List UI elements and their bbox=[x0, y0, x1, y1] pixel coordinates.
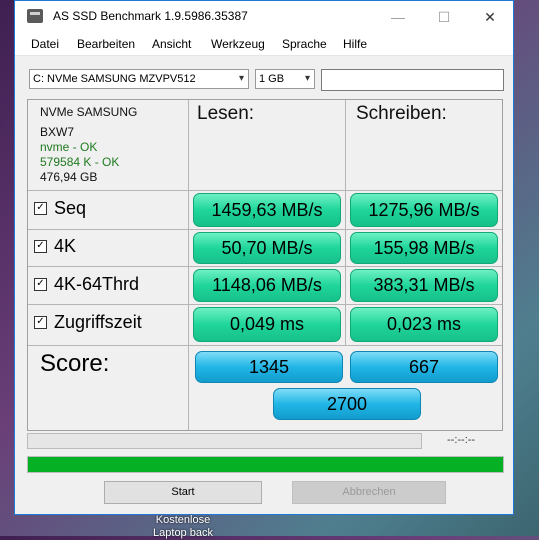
row-4k-label[interactable]: ✓ 4K bbox=[34, 236, 76, 257]
seq-write-result: 1275,96 MB/s bbox=[350, 193, 498, 227]
close-button[interactable]: ✕ bbox=[467, 1, 513, 33]
elapsed-time: --:--:-- bbox=[447, 434, 476, 446]
chevron-down-icon: ▾ bbox=[304, 73, 310, 84]
desktop-icon-label[interactable]: Kostenlose Laptop back bbox=[153, 514, 213, 540]
drive-select-value: C: NVMe SAMSUNG MZVPV512 bbox=[33, 73, 196, 85]
4k-write-result: 155,98 MB/s bbox=[350, 232, 498, 264]
seq-read-result: 1459,63 MB/s bbox=[193, 193, 341, 227]
menu-datei[interactable]: Datei bbox=[31, 37, 59, 51]
row-4k64-label[interactable]: ✓ 4K-64Thrd bbox=[34, 274, 139, 295]
read-column-header: Lesen: bbox=[197, 103, 255, 124]
row-4k-text: 4K bbox=[54, 236, 77, 256]
score-total: 2700 bbox=[273, 388, 421, 420]
access-write-result: 0,023 ms bbox=[350, 307, 498, 342]
row-4k64-text: 4K-64Thrd bbox=[54, 274, 140, 294]
checkbox-access[interactable]: ✓ bbox=[34, 316, 47, 329]
checkbox-seq[interactable]: ✓ bbox=[34, 202, 47, 215]
row-access-text: Zugriffszeit bbox=[54, 312, 142, 332]
drive-firmware: BXW7 bbox=[40, 125, 75, 139]
menu-bar: Datei Bearbeiten Ansicht Werkzeug Sprach… bbox=[15, 33, 513, 56]
4k64-read-result: 1148,06 MB/s bbox=[193, 269, 341, 302]
drive-capacity: 476,94 GB bbox=[40, 170, 98, 184]
chevron-down-icon: ▾ bbox=[238, 73, 244, 84]
overall-progress-fill bbox=[28, 457, 503, 472]
drive-app-icon bbox=[27, 9, 43, 23]
results-grid: NVMe SAMSUNG BXW7 nvme - OK 579584 K - O… bbox=[27, 99, 503, 431]
row-seq-text: Seq bbox=[54, 198, 87, 218]
overall-progress-bar bbox=[27, 456, 504, 473]
maximize-button[interactable]: ☐ bbox=[421, 1, 467, 33]
score-read: 1345 bbox=[195, 351, 343, 383]
start-button[interactable]: Start bbox=[104, 481, 262, 504]
minimize-button[interactable]: — bbox=[375, 1, 421, 33]
checkbox-4k[interactable]: ✓ bbox=[34, 240, 47, 253]
row-access-label[interactable]: ✓ Zugriffszeit bbox=[34, 312, 142, 333]
test-progress-bar bbox=[27, 433, 422, 449]
menu-hilfe[interactable]: Hilfe bbox=[343, 37, 367, 51]
app-window: AS SSD Benchmark 1.9.5986.35387 — ☐ ✕ Da… bbox=[14, 0, 514, 515]
access-read-result: 0,049 ms bbox=[193, 307, 341, 342]
title-bar[interactable]: AS SSD Benchmark 1.9.5986.35387 — ☐ ✕ bbox=[15, 1, 513, 33]
drive-select[interactable]: C: NVMe SAMSUNG MZVPV512 ▾ bbox=[29, 69, 249, 89]
menu-bearbeiten[interactable]: Bearbeiten bbox=[77, 37, 135, 51]
score-label: Score: bbox=[40, 350, 110, 377]
size-select[interactable]: 1 GB ▾ bbox=[255, 69, 315, 89]
cancel-button[interactable]: Abbrechen bbox=[292, 481, 446, 504]
window-title: AS SSD Benchmark 1.9.5986.35387 bbox=[53, 9, 248, 23]
size-select-value: 1 GB bbox=[259, 73, 285, 85]
score-write: 667 bbox=[350, 351, 498, 383]
alignment-status: 579584 K - OK bbox=[40, 155, 120, 169]
4k64-write-result: 383,31 MB/s bbox=[350, 269, 498, 302]
filter-input[interactable] bbox=[321, 69, 504, 91]
checkbox-4k64[interactable]: ✓ bbox=[34, 278, 47, 291]
write-column-header: Schreiben: bbox=[356, 103, 447, 124]
4k-read-result: 50,70 MB/s bbox=[193, 232, 341, 264]
menu-ansicht[interactable]: Ansicht bbox=[152, 37, 191, 51]
driver-status: nvme - OK bbox=[40, 140, 98, 154]
drive-model: NVMe SAMSUNG bbox=[40, 105, 138, 119]
menu-sprache[interactable]: Sprache bbox=[282, 37, 327, 51]
menu-werkzeug[interactable]: Werkzeug bbox=[211, 37, 265, 51]
row-seq-label[interactable]: ✓ Seq bbox=[34, 198, 86, 219]
